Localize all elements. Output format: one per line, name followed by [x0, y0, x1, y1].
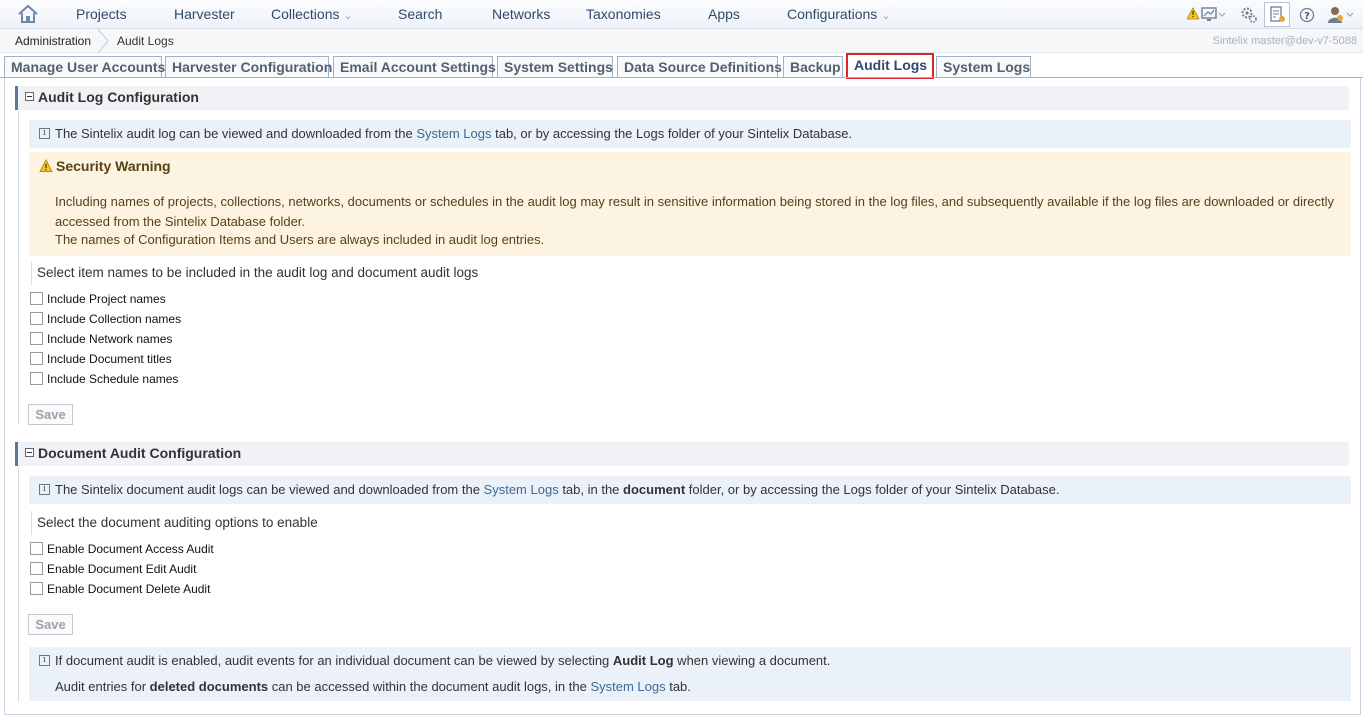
top-navigation-bar: Projects Harvester Collections ⌄ Search N…	[0, 0, 1363, 29]
audit-logs-panel: Audit Log Configuration i The Sintelix a…	[4, 78, 1361, 715]
info-icon: i	[39, 484, 50, 495]
section-rule	[18, 110, 19, 424]
document-audit-note-line1: If document audit is enabled, audit even…	[55, 653, 831, 668]
warning-body-note: The names of Configuration Items and Use…	[55, 232, 545, 247]
admin-button[interactable]	[1264, 2, 1290, 27]
warning-monitor-icon[interactable]	[1187, 5, 1231, 25]
svg-text:?: ?	[1304, 11, 1310, 22]
nav-networks[interactable]: Networks	[492, 6, 550, 22]
info-icon: i	[39, 128, 50, 139]
warning-icon	[39, 159, 53, 172]
collapse-icon[interactable]	[25, 92, 34, 101]
document-audit-save-button[interactable]: Save	[28, 614, 73, 635]
audit-log-info: i The Sintelix audit log can be viewed a…	[29, 120, 1351, 148]
home-icon[interactable]	[16, 4, 40, 24]
checkbox[interactable]	[30, 352, 43, 365]
nav-configurations[interactable]: Configurations ⌄	[787, 6, 891, 22]
audit-log-info-text: The Sintelix audit log can be viewed and…	[55, 126, 853, 141]
tab-email-account-settings[interactable]: Email Account Settings	[333, 56, 496, 78]
checkbox[interactable]	[30, 292, 43, 305]
nav-search[interactable]: Search	[398, 6, 442, 22]
breadcrumb-current: Audit Logs	[117, 34, 174, 48]
chevron-down-icon: ⌄	[881, 10, 891, 22]
tab-manage-user-accounts[interactable]: Manage User Accounts	[4, 56, 165, 78]
nav-collections[interactable]: Collections ⌄	[271, 6, 353, 22]
nav-harvester[interactable]: Harvester	[174, 6, 235, 22]
tab-data-source-definitions[interactable]: Data Source Definitions	[617, 56, 782, 78]
admin-icon	[1270, 6, 1285, 22]
settings-icon[interactable]	[1239, 5, 1259, 25]
nav-apps[interactable]: Apps	[708, 6, 740, 22]
audit-log-save-button[interactable]: Save	[28, 404, 73, 425]
breadcrumb: Administration Audit Logs Sintelix maste…	[0, 29, 1363, 53]
checkbox[interactable]	[30, 312, 43, 325]
breadcrumb-separator-icon	[97, 29, 109, 53]
tab-harvester-configuration[interactable]: Harvester Configuration	[165, 56, 332, 78]
document-audit-info-text: The Sintelix document audit logs can be …	[55, 482, 1060, 497]
admin-tabs: Manage User Accounts Harvester Configura…	[0, 53, 1363, 79]
checkbox[interactable]	[30, 372, 43, 385]
tab-backup[interactable]: Backup	[783, 56, 843, 78]
audit-log-configuration-header[interactable]: Audit Log Configuration	[15, 86, 1349, 110]
warning-body: Including names of projects, collections…	[55, 194, 1335, 229]
document-audit-info: i The Sintelix document audit logs can b…	[29, 476, 1351, 504]
checkbox[interactable]	[30, 562, 43, 575]
help-icon[interactable]: ?	[1299, 5, 1315, 25]
user-icon[interactable]	[1326, 5, 1356, 25]
nav-collections-label: Collections	[271, 6, 340, 22]
tab-audit-logs[interactable]: Audit Logs	[846, 53, 934, 79]
document-audit-prompt: Select the document auditing options to …	[31, 511, 318, 535]
document-audit-configuration-header[interactable]: Document Audit Configuration	[15, 442, 1349, 466]
nav-configurations-label: Configurations	[787, 6, 878, 22]
checkbox[interactable]	[30, 582, 43, 595]
section-title: Audit Log Configuration	[38, 89, 199, 105]
section-title: Document Audit Configuration	[38, 445, 242, 461]
system-logs-link[interactable]: System Logs	[416, 126, 491, 141]
audit-log-prompt: Select item names to be included in the …	[31, 261, 478, 285]
info-icon: i	[39, 655, 50, 666]
nav-projects[interactable]: Projects	[76, 6, 127, 22]
checkbox[interactable]	[30, 332, 43, 345]
document-audit-note-line2: Audit entries for deleted documents can …	[55, 679, 691, 694]
tab-system-logs[interactable]: System Logs	[936, 56, 1031, 78]
breadcrumb-administration[interactable]: Administration	[15, 34, 91, 48]
nav-taxonomies[interactable]: Taxonomies	[586, 6, 661, 22]
server-info: Sintelix master@dev-v7-5088	[1212, 35, 1357, 47]
document-audit-note: i If document audit is enabled, audit ev…	[29, 647, 1351, 701]
warning-title: Security Warning	[56, 158, 171, 174]
system-logs-link[interactable]: System Logs	[484, 482, 559, 497]
chevron-down-icon: ⌄	[343, 10, 353, 22]
tab-system-settings[interactable]: System Settings	[497, 56, 613, 78]
system-logs-link[interactable]: System Logs	[590, 679, 665, 694]
security-warning: Security Warning Including names of proj…	[29, 152, 1351, 256]
checkbox[interactable]	[30, 542, 43, 555]
collapse-icon[interactable]	[25, 448, 34, 457]
section-rule	[18, 466, 19, 702]
